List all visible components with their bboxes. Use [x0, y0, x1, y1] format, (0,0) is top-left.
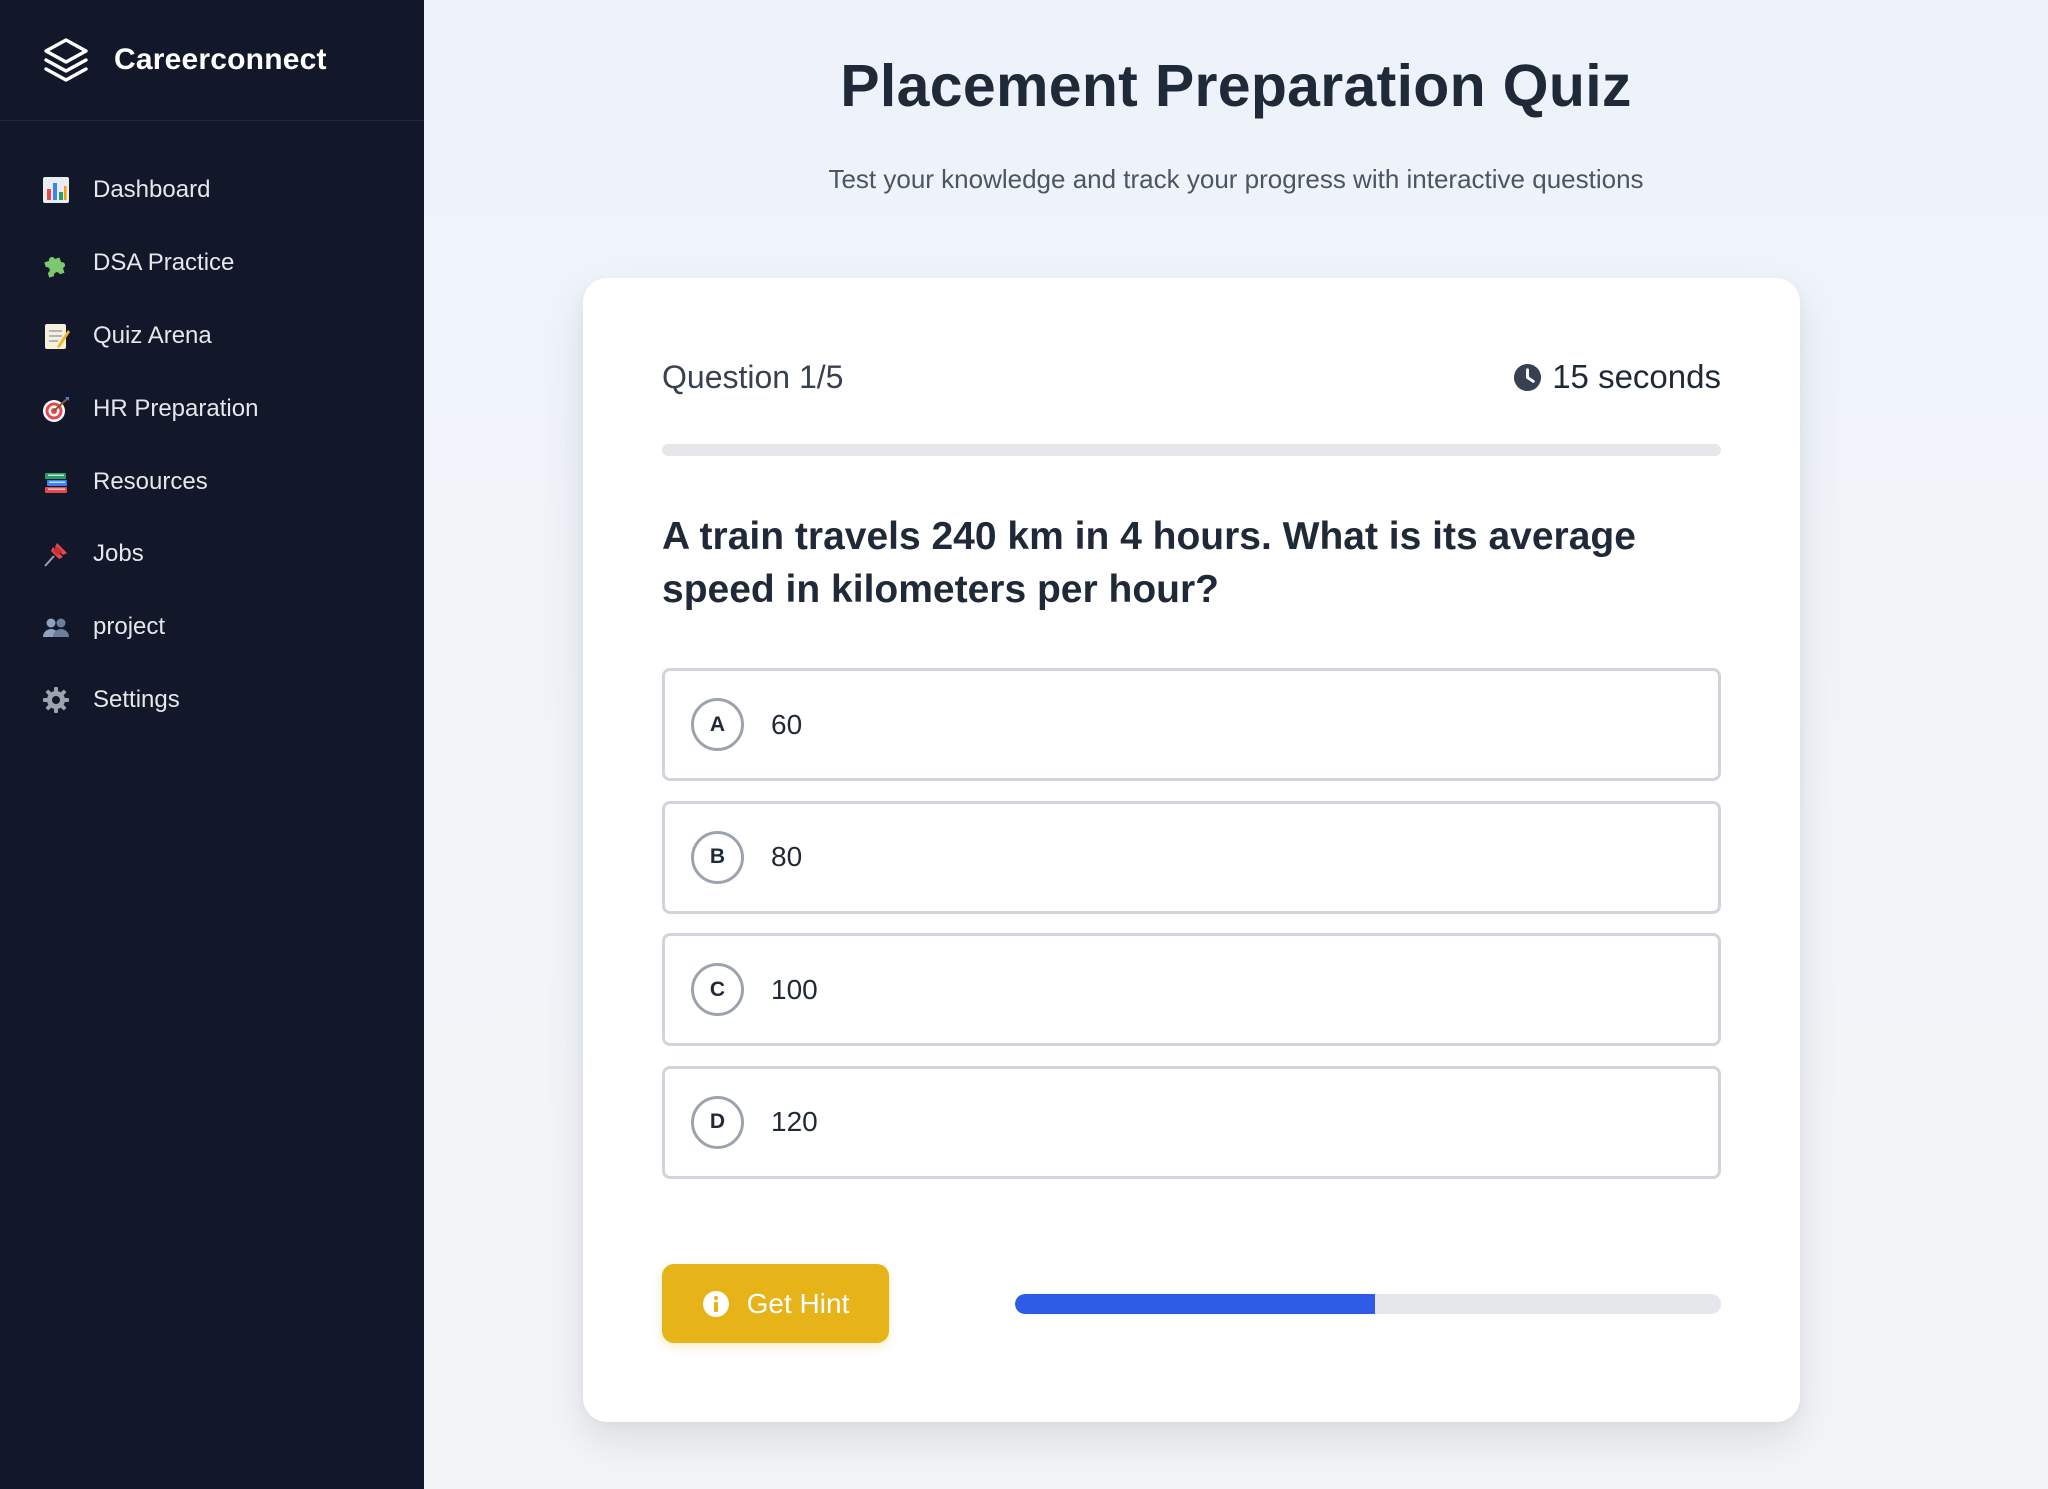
option-text: 120: [771, 1106, 818, 1137]
gear-icon: [40, 684, 72, 716]
sidebar-item-hr-preparation[interactable]: HR Preparation: [0, 372, 424, 445]
option-d[interactable]: D 120: [662, 1065, 1721, 1179]
page-title: Placement Preparation Quiz: [840, 53, 1632, 119]
sidebar: Careerconnect Dashboard DSA Practice Qui…: [0, 0, 424, 1489]
quiz-progress-bar: [1015, 1294, 1721, 1314]
sidebar-item-label: Jobs: [93, 540, 144, 568]
question-counter: Question 1/5: [662, 358, 844, 395]
clock-icon: [1514, 363, 1542, 391]
people-icon: [40, 611, 72, 643]
quiz-card: Question 1/5 15 seconds A train travels …: [583, 278, 1800, 1422]
timer-progress-track: [662, 444, 1721, 456]
sidebar-item-quiz-arena[interactable]: Quiz Arena: [0, 300, 424, 373]
sidebar-item-resources[interactable]: Resources: [0, 445, 424, 518]
sidebar-item-label: Resources: [93, 467, 208, 495]
sidebar-item-settings[interactable]: Settings: [0, 664, 424, 737]
target-icon: [40, 393, 72, 425]
option-letter: C: [691, 963, 744, 1016]
options-list: A 60 B 80 C 100 D 120: [662, 668, 1721, 1198]
option-letter: A: [691, 698, 744, 751]
timer-label: 15 seconds: [1552, 358, 1721, 395]
hint-label: Get Hint: [746, 1287, 850, 1319]
sidebar-item-label: project: [93, 613, 166, 641]
sidebar-item-label: HR Preparation: [93, 394, 259, 422]
quiz-progress-fill: [1015, 1294, 1376, 1314]
layers-icon: [44, 38, 88, 82]
option-a[interactable]: A 60: [662, 668, 1721, 781]
option-c[interactable]: C 100: [662, 933, 1721, 1046]
sidebar-item-label: Quiz Arena: [93, 321, 212, 349]
brand[interactable]: Careerconnect: [0, 0, 424, 121]
sidebar-item-dsa-practice[interactable]: DSA Practice: [0, 227, 424, 300]
question-header: Question 1/5 15 seconds: [662, 358, 1721, 396]
sidebar-item-label: Dashboard: [93, 176, 211, 204]
option-b[interactable]: B 80: [662, 800, 1721, 914]
option-text: 80: [771, 841, 803, 872]
sidebar-item-label: DSA Practice: [93, 249, 235, 277]
sidebar-item-project[interactable]: project: [0, 591, 424, 664]
question-text: A train travels 240 km in 4 hours. What …: [662, 515, 1636, 611]
page-subtitle: Test your knowledge and track your progr…: [828, 164, 1644, 194]
sidebar-item-label: Settings: [93, 685, 180, 713]
pushpin-icon: [40, 538, 72, 570]
option-letter: B: [691, 830, 744, 884]
sidebar-item-jobs[interactable]: Jobs: [0, 518, 424, 591]
option-text: 60: [771, 708, 803, 740]
books-icon: [40, 466, 72, 498]
sidebar-nav: Dashboard DSA Practice Quiz Arena HR Pre…: [0, 121, 424, 736]
timer: 15 seconds: [1513, 358, 1721, 396]
puzzle-piece-icon: [40, 247, 72, 279]
brand-name: Careerconnect: [114, 43, 327, 76]
get-hint-button[interactable]: Get Hint: [662, 1264, 889, 1343]
memo-icon: [40, 320, 72, 352]
sidebar-item-dashboard[interactable]: Dashboard: [0, 154, 424, 227]
info-icon: [702, 1290, 729, 1317]
bar-chart-icon: [40, 174, 72, 206]
option-text: 100: [771, 973, 818, 1005]
option-letter: D: [691, 1095, 744, 1149]
